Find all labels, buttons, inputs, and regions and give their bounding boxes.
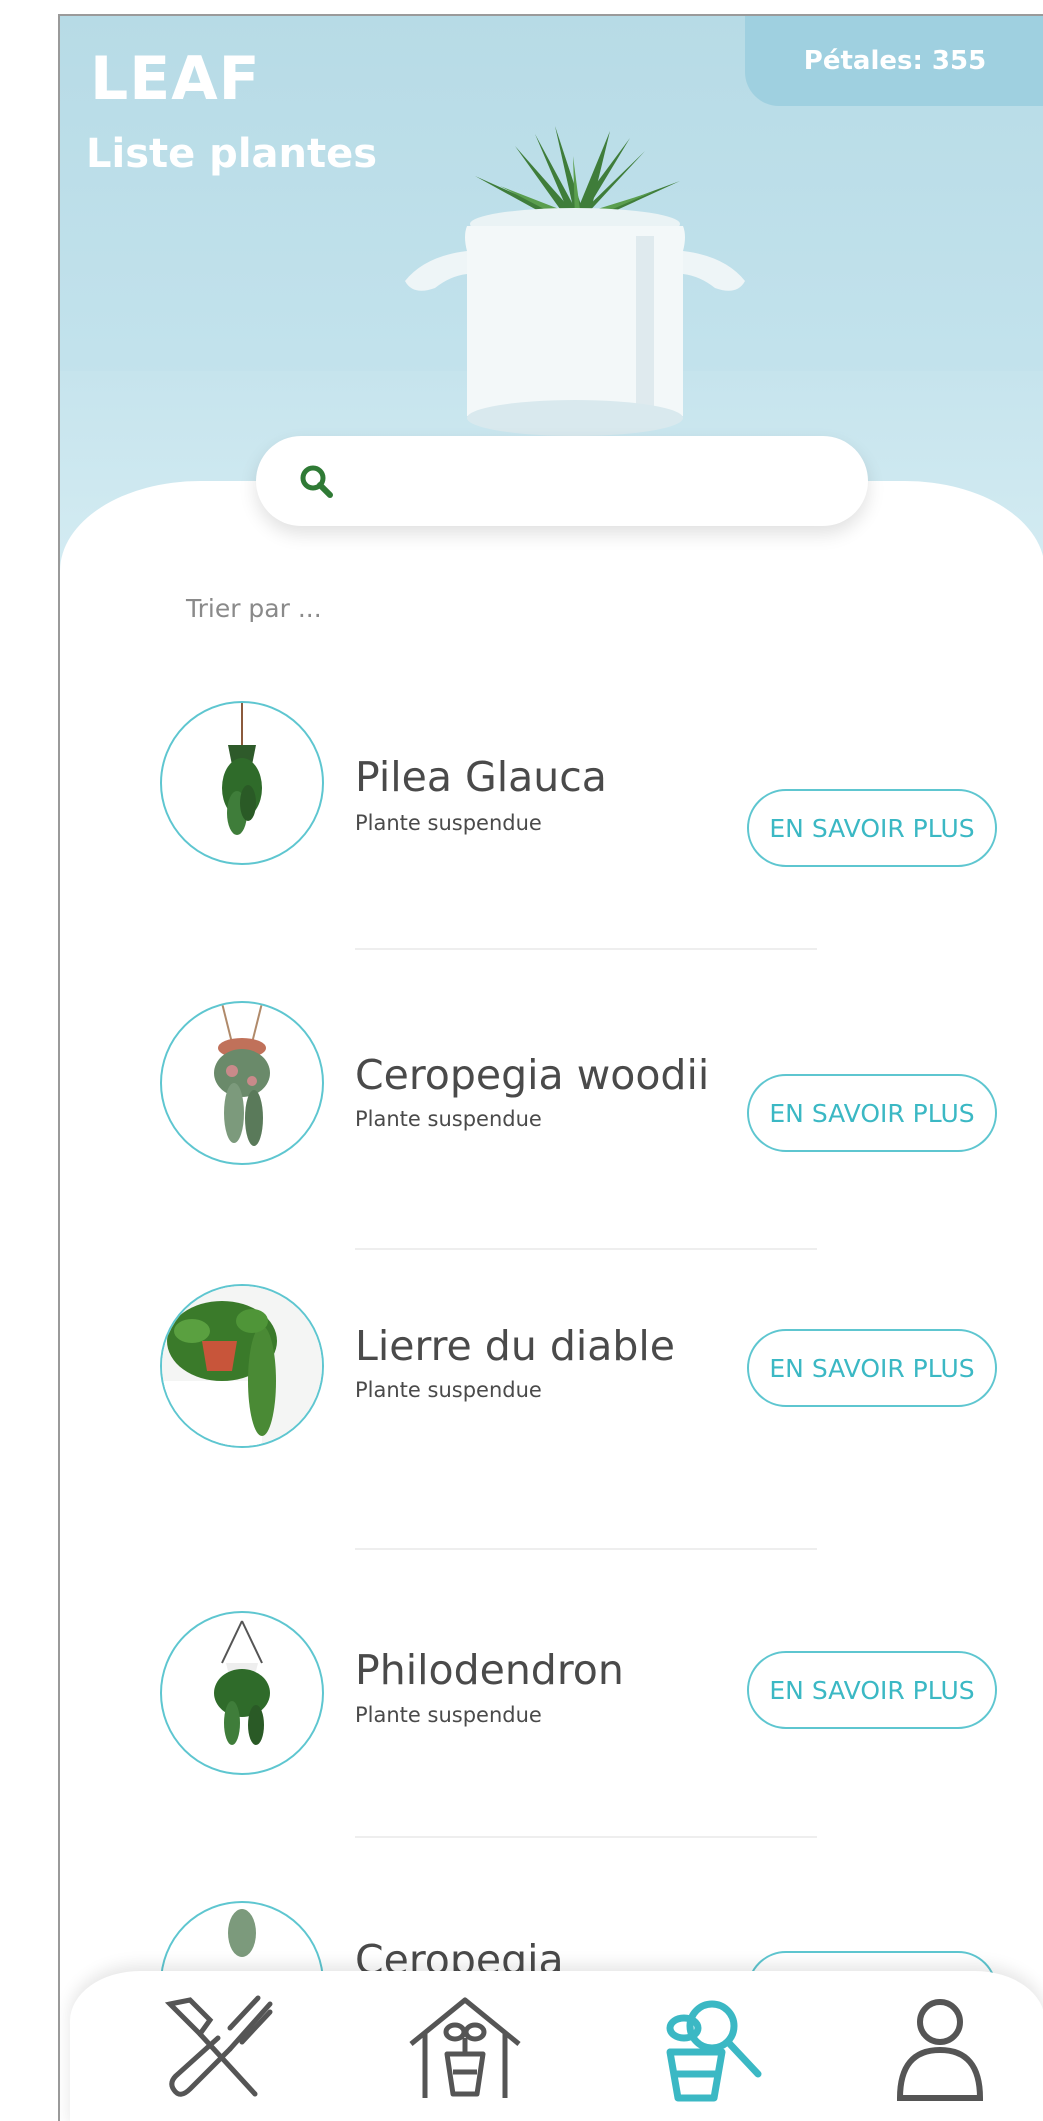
plant-list-item: Philodendron Plante suspendue EN SAVOIR … xyxy=(60,1611,1043,1781)
tab-my-plants[interactable] xyxy=(395,1991,535,2111)
plant-type: Plante suspendue xyxy=(355,1378,542,1402)
search-bar[interactable] xyxy=(256,436,868,526)
list-divider xyxy=(355,1836,817,1838)
plant-type: Plante suspendue xyxy=(355,1703,542,1727)
plant-list-item: Ceropegia woodii Plante suspendue EN SAV… xyxy=(60,1001,1043,1171)
sort-label[interactable]: Trier par ... xyxy=(186,594,322,623)
page-title: Liste plantes xyxy=(86,131,378,177)
plant-name: Ceropegia woodii xyxy=(355,1051,710,1099)
succulent-pot-image xyxy=(405,116,745,446)
plant-list-item: Lierre du diable Plante suspendue EN SAV… xyxy=(60,1284,1043,1454)
bottom-tab-bar xyxy=(70,1971,1043,2121)
app-title: LEAF xyxy=(90,44,261,114)
plant-list-item: Pilea Glauca Plante suspendue EN SAVOIR … xyxy=(60,701,1043,871)
petales-counter: Pétales: 355 xyxy=(745,16,1043,106)
plant-type: Plante suspendue xyxy=(355,811,542,835)
list-divider xyxy=(355,1548,817,1550)
search-input[interactable] xyxy=(354,465,838,497)
plant-name: Lierre du diable xyxy=(355,1322,676,1370)
learn-more-button[interactable]: EN SAVOIR PLUS xyxy=(747,1651,997,1729)
plant-type: Plante suspendue xyxy=(355,1107,542,1131)
search-icon xyxy=(298,463,334,499)
tab-profile[interactable] xyxy=(870,1991,1010,2111)
learn-more-button[interactable]: EN SAVOIR PLUS xyxy=(747,1074,997,1152)
plant-name: Pilea Glauca xyxy=(355,753,607,801)
plant-name: Philodendron xyxy=(355,1646,624,1694)
plant-thumbnail xyxy=(160,1284,324,1448)
plant-thumbnail xyxy=(160,701,324,865)
plant-thumbnail xyxy=(160,1001,324,1165)
tab-plant-search[interactable] xyxy=(640,1991,780,2111)
learn-more-button[interactable]: EN SAVOIR PLUS xyxy=(747,789,997,867)
plant-thumbnail xyxy=(160,1611,324,1775)
garden-tools-icon xyxy=(160,1994,280,2108)
list-divider xyxy=(355,948,817,950)
app-screen: LEAF Liste plantes Pétales: 355 Trier pa… xyxy=(58,14,1043,2121)
learn-more-button[interactable]: EN SAVOIR PLUS xyxy=(747,1329,997,1407)
plant-house-icon xyxy=(405,1994,525,2108)
list-divider xyxy=(355,1248,817,1250)
user-icon xyxy=(890,1994,990,2108)
tab-tools[interactable] xyxy=(150,1991,290,2111)
plant-search-icon xyxy=(650,1994,770,2108)
